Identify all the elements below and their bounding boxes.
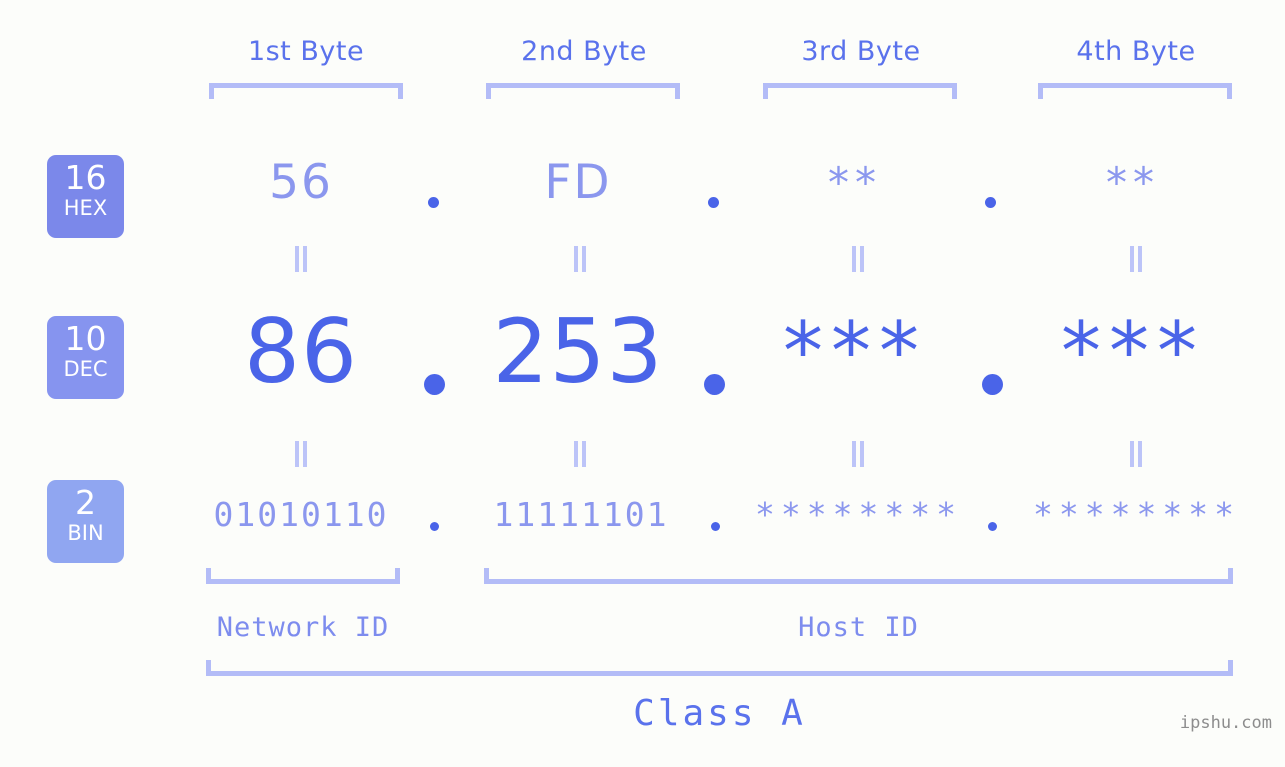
byte-bracket-top-4: [1038, 83, 1232, 99]
network-id-bracket: [206, 568, 400, 584]
bin-dot-3: [988, 522, 997, 531]
equality-mark-dec-bin-3: [849, 441, 867, 467]
hex-byte-4: **: [1106, 158, 1160, 207]
hex-byte-2: FD: [544, 155, 612, 210]
host-id-bracket: [484, 568, 1233, 584]
base-badge-hex-name: HEX: [63, 196, 108, 220]
byte-bracket-top-2: [486, 83, 680, 99]
dec-byte-3: ***: [783, 305, 927, 398]
equality-mark-dec-bin-4: [1127, 441, 1145, 467]
host-id-label: Host ID: [798, 612, 919, 643]
class-label: Class A: [633, 693, 806, 734]
base-badge-bin-number: 2: [75, 483, 96, 522]
equality-mark-dec-bin-2: [571, 441, 589, 467]
dec-byte-4: ***: [1061, 305, 1205, 398]
equality-mark-hex-dec-2: [571, 246, 589, 272]
dec-dot-2: [704, 374, 725, 395]
dec-dot-1: [424, 374, 445, 395]
hex-byte-3: **: [828, 158, 882, 207]
bin-dot-2: [711, 522, 720, 531]
equality-mark-hex-dec-1: [292, 246, 310, 272]
hex-dot-2: [708, 197, 719, 208]
byte-header-4: 4th Byte: [1076, 36, 1196, 67]
equality-mark-hex-dec-4: [1127, 246, 1145, 272]
equality-mark-hex-dec-3: [849, 246, 867, 272]
equality-mark-dec-bin-1: [292, 441, 310, 467]
byte-bracket-top-1: [209, 83, 403, 99]
network-id-label: Network ID: [216, 612, 390, 643]
byte-header-2: 2nd Byte: [521, 36, 647, 67]
ip-address-breakdown-diagram: 1st Byte 2nd Byte 3rd Byte 4th Byte 16 H…: [0, 0, 1285, 767]
base-badge-dec-number: 10: [64, 319, 107, 358]
base-badge-dec: 10 DEC: [47, 316, 124, 399]
dec-dot-3: [982, 374, 1003, 395]
bin-byte-3: ********: [755, 495, 962, 534]
hex-byte-1: 56: [269, 155, 333, 210]
base-badge-hex: 16 HEX: [47, 155, 124, 238]
bin-byte-4: ********: [1033, 495, 1240, 534]
base-badge-bin-name: BIN: [67, 521, 104, 545]
site-watermark: ipshu.com: [1179, 713, 1272, 733]
hex-dot-1: [428, 197, 439, 208]
dec-byte-2: 253: [492, 300, 664, 403]
byte-header-1: 1st Byte: [247, 36, 365, 67]
byte-header-3: 3rd Byte: [801, 36, 921, 67]
base-badge-hex-number: 16: [64, 158, 107, 197]
base-badge-bin: 2 BIN: [47, 480, 124, 563]
bin-dot-1: [430, 522, 439, 531]
bin-byte-1: 01010110: [213, 495, 389, 534]
hex-dot-3: [985, 197, 996, 208]
base-badge-dec-name: DEC: [63, 357, 108, 381]
class-bracket: [206, 660, 1233, 676]
bin-byte-2: 11111101: [493, 495, 669, 534]
dec-byte-1: 86: [244, 300, 358, 403]
byte-bracket-top-3: [763, 83, 957, 99]
